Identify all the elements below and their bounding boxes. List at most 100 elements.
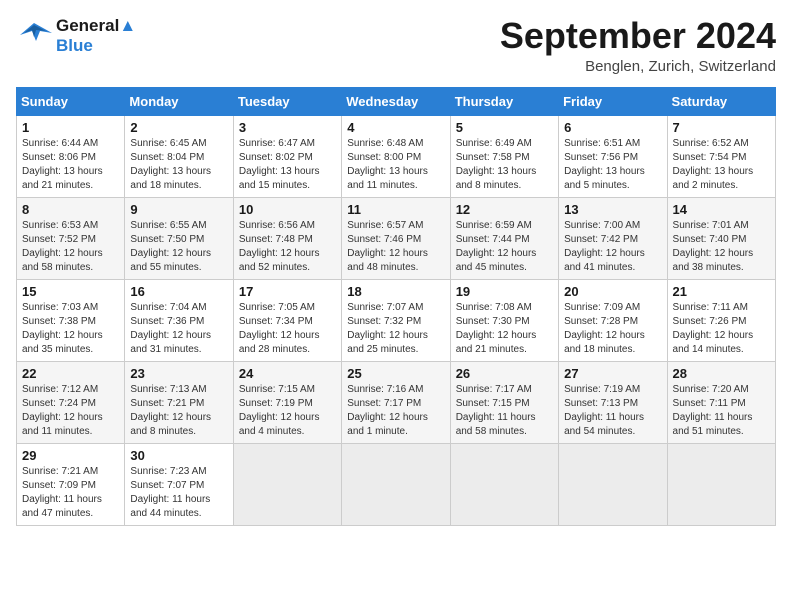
calendar-cell: 29 Sunrise: 7:21 AM Sunset: 7:09 PM Dayli…: [17, 443, 125, 525]
calendar-cell: 4Sunrise: 6:48 AM Sunset: 8:00 PM Daylig…: [342, 115, 450, 197]
day-info: Sunrise: 6:55 AM Sunset: 7:50 PM Dayligh…: [130, 219, 227, 275]
day-number: 21: [673, 284, 770, 299]
day-number: 14: [673, 202, 770, 217]
calendar-cell: 16 Sunrise: 7:04 AM Sunset: 7:36 PM Dayli…: [125, 279, 233, 361]
calendar-cell: [342, 443, 450, 525]
column-header-saturday: Saturday: [667, 87, 775, 115]
logo-text: General▲ Blue: [56, 16, 136, 56]
day-number: 20: [564, 284, 661, 299]
day-info: Sunrise: 7:07 AM Sunset: 7:32 PM Dayligh…: [347, 301, 444, 357]
day-info: Sunrise: 7:16 AM Sunset: 7:17 PM Dayligh…: [347, 383, 444, 439]
calendar-cell: 13 Sunrise: 7:00 AM Sunset: 7:42 PM Dayli…: [559, 197, 667, 279]
day-info: Sunrise: 6:45 AM Sunset: 8:04 PM Dayligh…: [130, 137, 227, 193]
day-number: 22: [22, 366, 119, 381]
day-info: Sunrise: 7:23 AM Sunset: 7:07 PM Dayligh…: [130, 465, 227, 521]
column-header-wednesday: Wednesday: [342, 87, 450, 115]
day-number: 12: [456, 202, 553, 217]
day-number: 30: [130, 448, 227, 463]
day-number: 13: [564, 202, 661, 217]
calendar-cell: 15 Sunrise: 7:03 AM Sunset: 7:38 PM Dayli…: [17, 279, 125, 361]
calendar-cell: 26Sunrise: 7:17 AM Sunset: 7:15 PM Dayli…: [450, 361, 558, 443]
day-info: Sunrise: 6:53 AM Sunset: 7:52 PM Dayligh…: [22, 219, 119, 275]
day-info: Sunrise: 6:59 AM Sunset: 7:44 PM Dayligh…: [456, 219, 553, 275]
calendar-cell: 3 Sunrise: 6:47 AM Sunset: 8:02 PM Daylig…: [233, 115, 341, 197]
calendar-cell: 6 Sunrise: 6:51 AM Sunset: 7:56 PM Daylig…: [559, 115, 667, 197]
calendar-cell: 22 Sunrise: 7:12 AM Sunset: 7:24 PM Dayli…: [17, 361, 125, 443]
calendar-cell: [667, 443, 775, 525]
month-title: September 2024: [500, 16, 776, 56]
calendar-cell: 24Sunrise: 7:15 AM Sunset: 7:19 PM Dayli…: [233, 361, 341, 443]
calendar-cell: 10Sunrise: 6:56 AM Sunset: 7:48 PM Dayli…: [233, 197, 341, 279]
day-number: 2: [130, 120, 227, 135]
calendar-table: SundayMondayTuesdayWednesdayThursdayFrid…: [16, 87, 776, 526]
day-number: 7: [673, 120, 770, 135]
calendar-cell: 30 Sunrise: 7:23 AM Sunset: 7:07 PM Dayli…: [125, 443, 233, 525]
calendar-cell: [450, 443, 558, 525]
day-number: 25: [347, 366, 444, 381]
calendar-cell: 5 Sunrise: 6:49 AM Sunset: 7:58 PM Daylig…: [450, 115, 558, 197]
day-info: Sunrise: 7:20 AM Sunset: 7:11 PM Dayligh…: [673, 383, 770, 439]
day-number: 9: [130, 202, 227, 217]
calendar-cell: 1 Sunrise: 6:44 AM Sunset: 8:06 PM Daylig…: [17, 115, 125, 197]
calendar-cell: 9 Sunrise: 6:55 AM Sunset: 7:50 PM Daylig…: [125, 197, 233, 279]
day-info: Sunrise: 7:04 AM Sunset: 7:36 PM Dayligh…: [130, 301, 227, 357]
day-info: Sunrise: 6:44 AM Sunset: 8:06 PM Dayligh…: [22, 137, 119, 193]
day-info: Sunrise: 6:49 AM Sunset: 7:58 PM Dayligh…: [456, 137, 553, 193]
day-number: 5: [456, 120, 553, 135]
calendar-cell: 28 Sunrise: 7:20 AM Sunset: 7:11 PM Dayli…: [667, 361, 775, 443]
calendar-cell: 23 Sunrise: 7:13 AM Sunset: 7:21 PM Dayli…: [125, 361, 233, 443]
day-number: 29: [22, 448, 119, 463]
calendar-cell: [559, 443, 667, 525]
calendar-cell: 17 Sunrise: 7:05 AM Sunset: 7:34 PM Dayli…: [233, 279, 341, 361]
logo: General▲ Blue: [16, 16, 136, 56]
calendar-cell: 8Sunrise: 6:53 AM Sunset: 7:52 PM Daylig…: [17, 197, 125, 279]
day-info: Sunrise: 6:57 AM Sunset: 7:46 PM Dayligh…: [347, 219, 444, 275]
day-number: 26: [456, 366, 553, 381]
page-header: General▲ Blue September 2024 Benglen, Zu…: [16, 16, 776, 75]
day-number: 18: [347, 284, 444, 299]
day-number: 28: [673, 366, 770, 381]
day-number: 15: [22, 284, 119, 299]
calendar-cell: 27 Sunrise: 7:19 AM Sunset: 7:13 PM Dayli…: [559, 361, 667, 443]
day-info: Sunrise: 6:47 AM Sunset: 8:02 PM Dayligh…: [239, 137, 336, 193]
calendar-cell: 20 Sunrise: 7:09 AM Sunset: 7:28 PM Dayli…: [559, 279, 667, 361]
day-number: 1: [22, 120, 119, 135]
location: Benglen, Zurich, Switzerland: [500, 58, 776, 75]
column-header-sunday: Sunday: [17, 87, 125, 115]
column-header-friday: Friday: [559, 87, 667, 115]
day-info: Sunrise: 7:13 AM Sunset: 7:21 PM Dayligh…: [130, 383, 227, 439]
calendar-cell: 18 Sunrise: 7:07 AM Sunset: 7:32 PM Dayli…: [342, 279, 450, 361]
day-info: Sunrise: 7:08 AM Sunset: 7:30 PM Dayligh…: [456, 301, 553, 357]
day-number: 4: [347, 120, 444, 135]
title-block: September 2024 Benglen, Zurich, Switzerl…: [500, 16, 776, 75]
day-info: Sunrise: 7:03 AM Sunset: 7:38 PM Dayligh…: [22, 301, 119, 357]
day-number: 27: [564, 366, 661, 381]
day-number: 16: [130, 284, 227, 299]
day-info: Sunrise: 7:21 AM Sunset: 7:09 PM Dayligh…: [22, 465, 119, 521]
day-info: Sunrise: 6:52 AM Sunset: 7:54 PM Dayligh…: [673, 137, 770, 193]
calendar-cell: 25 Sunrise: 7:16 AM Sunset: 7:17 PM Dayli…: [342, 361, 450, 443]
logo-icon: [16, 21, 52, 51]
calendar-cell: [233, 443, 341, 525]
day-number: 3: [239, 120, 336, 135]
column-header-thursday: Thursday: [450, 87, 558, 115]
day-info: Sunrise: 7:00 AM Sunset: 7:42 PM Dayligh…: [564, 219, 661, 275]
column-header-tuesday: Tuesday: [233, 87, 341, 115]
day-number: 24: [239, 366, 336, 381]
day-number: 17: [239, 284, 336, 299]
day-info: Sunrise: 7:09 AM Sunset: 7:28 PM Dayligh…: [564, 301, 661, 357]
calendar-cell: 7 Sunrise: 6:52 AM Sunset: 7:54 PM Daylig…: [667, 115, 775, 197]
day-info: Sunrise: 7:01 AM Sunset: 7:40 PM Dayligh…: [673, 219, 770, 275]
day-number: 19: [456, 284, 553, 299]
day-info: Sunrise: 6:51 AM Sunset: 7:56 PM Dayligh…: [564, 137, 661, 193]
column-header-monday: Monday: [125, 87, 233, 115]
day-number: 23: [130, 366, 227, 381]
day-number: 6: [564, 120, 661, 135]
day-info: Sunrise: 7:19 AM Sunset: 7:13 PM Dayligh…: [564, 383, 661, 439]
day-info: Sunrise: 7:05 AM Sunset: 7:34 PM Dayligh…: [239, 301, 336, 357]
day-info: Sunrise: 7:12 AM Sunset: 7:24 PM Dayligh…: [22, 383, 119, 439]
day-number: 11: [347, 202, 444, 217]
calendar-cell: 2 Sunrise: 6:45 AM Sunset: 8:04 PM Daylig…: [125, 115, 233, 197]
day-info: Sunrise: 6:56 AM Sunset: 7:48 PM Dayligh…: [239, 219, 336, 275]
calendar-cell: 19 Sunrise: 7:08 AM Sunset: 7:30 PM Dayli…: [450, 279, 558, 361]
